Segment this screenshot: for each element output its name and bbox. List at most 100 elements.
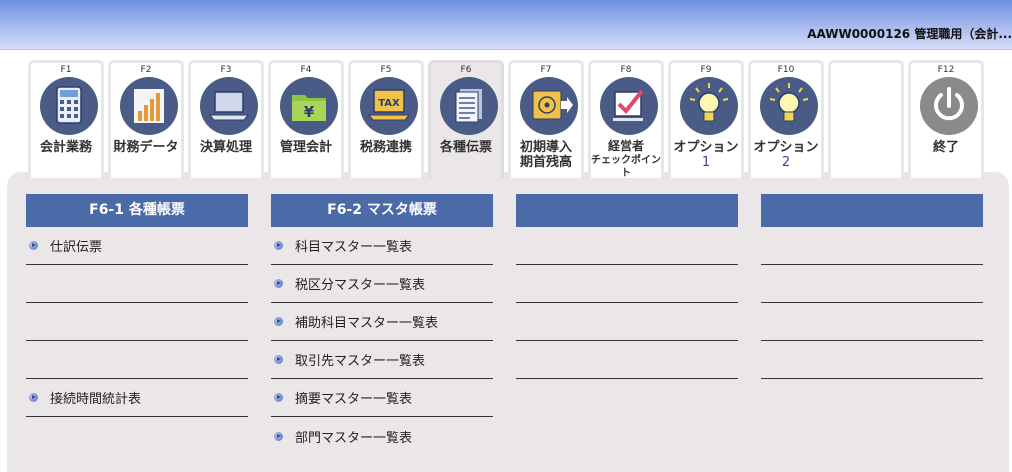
empty-row [516,341,738,379]
function-key-tabs: F1 会計業務 F2 財務データ F3 決算処理 F4 ¥ 管理会計 F5 TA… [28,60,1012,180]
tab-label: 経営者 チェックポイント [591,140,661,180]
tab-f5-tax-link[interactable]: F5 TAX 税務連携 [348,60,424,178]
fkey-label: F8 [620,65,632,75]
column-empty-3 [516,194,738,379]
menu-item-label: 部門マスター一覧表 [295,430,413,446]
tab-label-line1: 経営者 [607,139,644,153]
empty-row [516,227,738,265]
svg-text:¥: ¥ [304,103,315,121]
column-header: F6-2 マスタ帳票 [271,194,493,227]
fkey-label: F5 [380,65,392,75]
fkey-label: F4 [300,65,312,75]
calculator-icon [40,77,98,135]
fkey-label: F2 [140,65,152,75]
fkey-label: F10 [777,65,795,75]
tab-label: 会計業務 [39,140,92,155]
checkbox-icon [600,77,658,135]
arrow-bullet-icon [274,431,283,441]
fkey-label: F7 [540,65,552,75]
tab-label: 初期導入 期首残高 [511,140,581,170]
empty-row [26,303,248,341]
menu-item-client-master-list[interactable]: 取引先マスター一覧表 [271,341,493,379]
tab-label: 決算処理 [199,140,252,155]
menu-item-account-master-list[interactable]: 科目マスター一覧表 [271,227,493,265]
fkey-label: F12 [937,65,955,75]
menu-item-label: 接続時間統計表 [50,392,142,407]
arrow-bullet-icon [29,393,38,402]
tab-f10-option-2[interactable]: F10 オプション 2 [748,60,824,178]
empty-row [761,303,983,341]
arrow-bullet-icon [274,355,283,364]
tab-label-line2: 期首残高 [519,155,572,170]
tab-label: 財務データ [113,140,179,155]
tab-f9-option-1[interactable]: F9 オプション 1 [668,60,744,178]
fkey-label: F3 [220,65,232,75]
empty-row [26,341,248,379]
lightbulb-icon [760,77,818,135]
tab-label-text: オプション [673,140,739,155]
column-header: F6-1 各種帳票 [26,194,248,227]
menu-item-connection-time-stats[interactable]: 接続時間統計表 [26,379,248,417]
tab-label: オプション 2 [751,140,821,170]
menu-item-summary-master-list[interactable]: 摘要マスター一覧表 [271,379,493,417]
column-header [516,194,738,227]
tab-label-number: 1 [701,155,711,170]
fkey-label: F9 [700,65,712,75]
documents-icon [440,77,498,135]
tab-label: 各種伝票 [439,140,492,155]
tab-f2-financial-data[interactable]: F2 財務データ [108,60,184,178]
menu-item-department-master-list[interactable]: 部門マスター一覧表 [271,417,493,455]
menu-item-label: 科目マスター一覧表 [295,240,413,255]
menu-item-journal-voucher[interactable]: 仕訳伝票 [26,227,248,265]
arrow-bullet-icon [274,241,283,250]
menu-item-label: 摘要マスター一覧表 [295,392,413,407]
tab-f11-empty [828,60,904,178]
user-info: AAWW0000126 管理職用（会計... [807,27,1012,41]
tab-label: オプション 1 [671,140,741,170]
laptop-icon [200,77,258,135]
tax-laptop-icon: TAX [360,77,418,135]
tab-f1-accounting[interactable]: F1 会計業務 [28,60,104,178]
yen-folder-icon: ¥ [280,77,338,135]
fkey-label: F6 [460,65,472,75]
arrow-bullet-icon [29,241,38,250]
empty-row [761,341,983,379]
column-empty-4 [761,194,983,379]
empty-row [516,265,738,303]
tab-label-line1: 初期導入 [519,140,572,155]
fkey-label: F1 [60,65,72,75]
tab-f7-opening-balance[interactable]: F7 初期導入 期首残高 [508,60,584,178]
tab-label: 管理会計 [279,140,332,155]
menu-item-sub-account-master-list[interactable]: 補助科目マスター一覧表 [271,303,493,341]
menu-item-label: 取引先マスター一覧表 [295,354,426,369]
svg-text:TAX: TAX [378,98,400,109]
tab-label-line2: チェックポイント [591,155,661,179]
tab-f3-closing[interactable]: F3 決算処理 [188,60,264,178]
bar-chart-icon [120,77,178,135]
tab-label: 税務連携 [359,140,412,155]
tab-label: 終了 [932,140,959,155]
menu-item-label: 税区分マスター一覧表 [295,278,426,293]
power-icon [920,77,978,135]
empty-row [761,265,983,303]
column-f6-1-reports: F6-1 各種帳票 仕訳伝票 接続時間統計表 [26,194,248,417]
tab-label-number: 2 [781,155,791,170]
column-f6-2-master-reports: F6-2 マスタ帳票 科目マスター一覧表 税区分マスター一覧表 補助科目マスター… [271,194,493,455]
arrow-bullet-icon [274,393,283,402]
menu-item-label: 補助科目マスター一覧表 [295,316,439,331]
arrow-bullet-icon [274,317,283,326]
header-divider [0,49,1012,50]
empty-row [26,265,248,303]
tab-f6-vouchers[interactable]: F6 各種伝票 [428,60,504,178]
tab-label-text: オプション [753,140,819,155]
empty-row [516,303,738,341]
tab-f8-management-checkpoint[interactable]: F8 経営者 チェックポイント [588,60,664,180]
disk-export-icon [520,77,578,135]
tab-f4-management-accounting[interactable]: F4 ¥ 管理会計 [268,60,344,178]
arrow-bullet-icon [274,279,283,288]
lightbulb-icon [680,77,738,135]
column-header [761,194,983,227]
tab-f12-exit[interactable]: F12 終了 [908,60,984,178]
menu-item-tax-class-master-list[interactable]: 税区分マスター一覧表 [271,265,493,303]
menu-item-label: 仕訳伝票 [50,240,103,255]
